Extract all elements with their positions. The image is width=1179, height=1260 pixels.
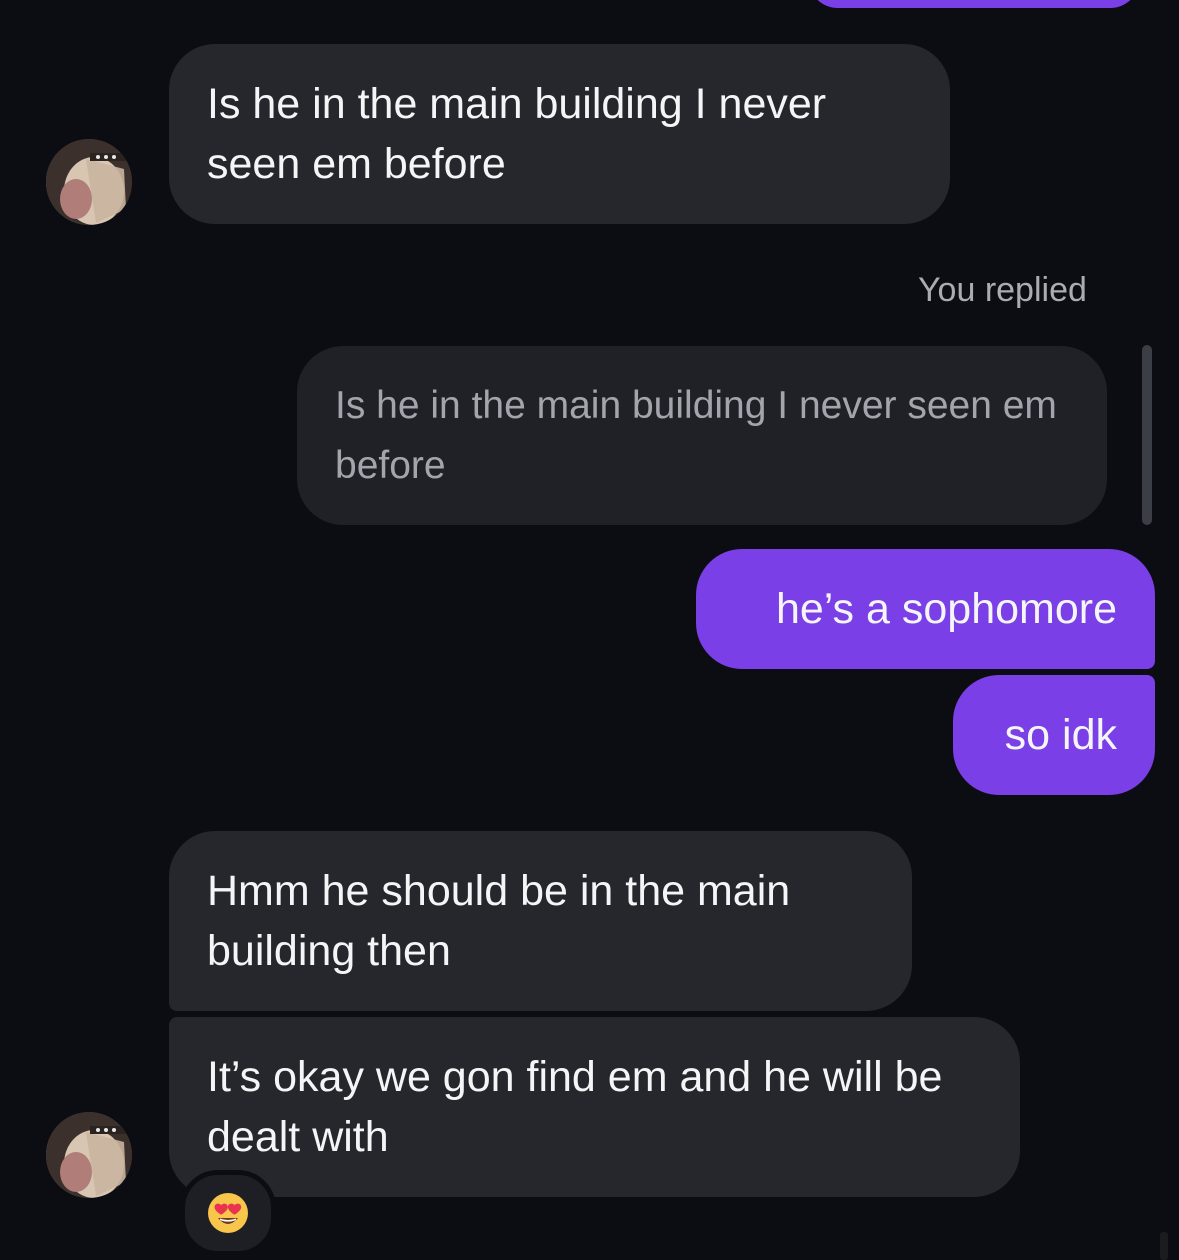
outgoing-message-bubble[interactable]: so idk	[953, 675, 1155, 795]
reply-indicator-bar	[1142, 345, 1152, 525]
sender-avatar[interactable]	[46, 139, 132, 225]
quoted-message-bubble[interactable]: Is he in the main building I never seen …	[297, 346, 1107, 525]
message-text: It’s okay we gon find em and he will be …	[207, 1053, 943, 1161]
message-reaction[interactable]	[180, 1170, 276, 1256]
sender-avatar[interactable]	[46, 1112, 132, 1198]
message-text: he’s a sophomore	[775, 585, 1117, 633]
incoming-message-bubble[interactable]: Hmm he should be in the main building th…	[169, 831, 912, 1011]
replied-label: You replied	[918, 271, 1087, 309]
message-text: Is he in the main building I never seen …	[207, 80, 827, 188]
avatar-image-icon	[46, 139, 132, 225]
scrollbar[interactable]	[1160, 1232, 1168, 1260]
incoming-message-bubble[interactable]: It’s okay we gon find em and he will be …	[169, 1017, 1020, 1197]
heart-eyes-emoji-icon	[208, 1193, 248, 1233]
previous-outgoing-bubble[interactable]	[808, 0, 1140, 8]
incoming-message-bubble[interactable]: Is he in the main building I never seen …	[169, 44, 950, 224]
message-text: so idk	[1004, 711, 1117, 759]
message-text: Hmm he should be in the main building th…	[207, 867, 791, 975]
avatar-image-icon	[46, 1112, 132, 1198]
outgoing-message-bubble[interactable]: he’s a sophomore	[696, 549, 1155, 669]
quoted-message-text: Is he in the main building I never seen …	[335, 384, 1057, 487]
